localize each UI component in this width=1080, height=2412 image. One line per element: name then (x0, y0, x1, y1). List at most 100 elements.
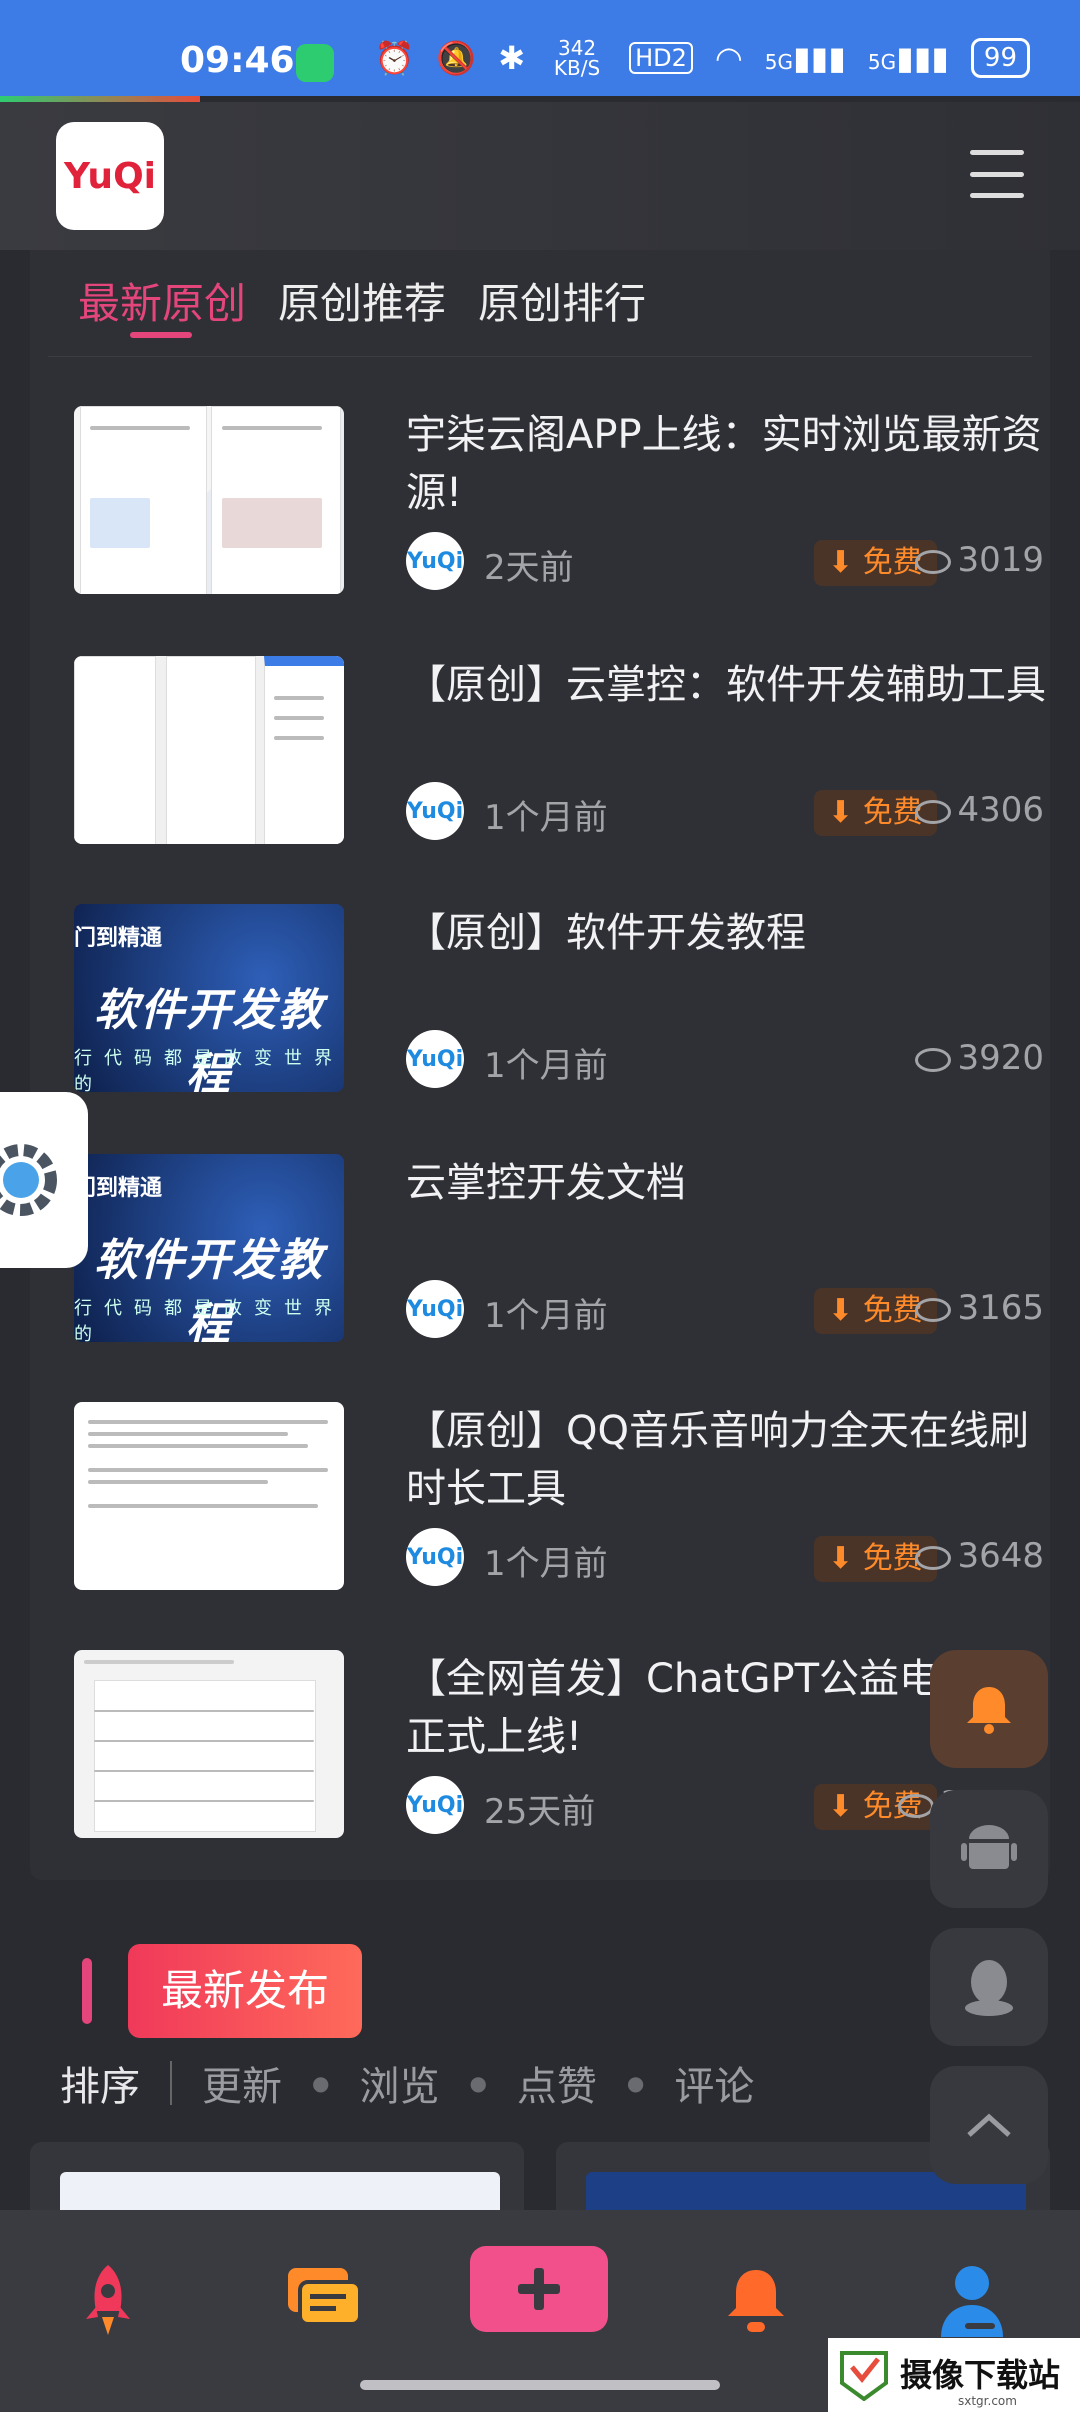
alarm-icon: ⏰ (374, 39, 415, 77)
list-item[interactable]: 宇柒云阁APP上线：实时浏览最新资源! YuQi 2天前 ⬇ 免费 3019 (74, 406, 1044, 602)
qq-icon (965, 1960, 1013, 2016)
item-thumbnail: 门到精通 软件开发教程 行代码都是改变世界的 (74, 1154, 344, 1342)
avatar: YuQi (406, 1528, 464, 1586)
home-indicator (360, 2380, 720, 2390)
eye-icon (915, 549, 952, 574)
original-list-card: 最新原创 原创推荐 原创排行 宇柒云阁APP上线：实时浏览最新资源! YuQi … (30, 250, 1050, 1880)
item-time: 1个月前 (484, 1296, 608, 1336)
item-title[interactable]: 【原创】QQ音乐音响力全天在线刷时长工具 (406, 1402, 1046, 1518)
list-item[interactable]: 门到精通 软件开发教程 行代码都是改变世界的 【原创】软件开发教程 YuQi 1… (74, 904, 1044, 1100)
bell-icon (967, 1687, 1011, 1734)
item-title[interactable]: 云掌控开发文档 (406, 1154, 1046, 1212)
section-marker (82, 1958, 92, 2024)
item-meta: YuQi 2天前 ⬇ 免费 3019 (406, 532, 1044, 594)
sort-option-update[interactable]: 更新 (202, 2054, 282, 2112)
view-count: 3019 (915, 540, 1044, 580)
app-logo[interactable]: YuQi (56, 122, 164, 230)
shield-icon (296, 44, 334, 82)
view-count: 4306 (915, 790, 1044, 830)
app-header: YuQi (0, 102, 1080, 250)
item-thumbnail (74, 1650, 344, 1838)
sort-label: 排序 (60, 2064, 140, 2110)
watermark: 摄像下载站 sxtgr.com (828, 2338, 1080, 2412)
tab-latest-original[interactable]: 最新原创 (78, 270, 246, 331)
eye-icon (915, 1297, 952, 1322)
avatar: YuQi (406, 782, 464, 840)
status-bar: 09:46 ⏰ 🔕 ✱ 342 KB/S HD2 ◠ 5G▮▮▮ 5G▮▮▮ 9… (0, 0, 1080, 96)
active-tab-indicator (130, 332, 192, 338)
item-thumbnail (74, 656, 344, 844)
plus-icon (518, 2268, 560, 2310)
item-title[interactable]: 宇柒云阁APP上线：实时浏览最新资源! (406, 406, 1046, 522)
separator-dot: ● (626, 2071, 645, 2095)
item-thumbnail (74, 406, 344, 594)
tab-recommended-original[interactable]: 原创推荐 (278, 270, 446, 331)
hd-icon: HD2 (629, 42, 693, 74)
avatar: YuQi (406, 532, 464, 590)
eye-icon (898, 1793, 935, 1818)
item-title[interactable]: 【原创】云掌控：软件开发辅助工具 (406, 656, 1046, 714)
status-time: 09:46 (180, 40, 295, 81)
sort-bar: 排序 更新 ● 浏览 ● 点赞 ● 评论 (60, 2054, 754, 2112)
mute-icon: 🔕 (436, 39, 477, 77)
sort-option-views[interactable]: 浏览 (359, 2054, 439, 2112)
notification-fab[interactable] (930, 1650, 1048, 1768)
add-post-button[interactable] (470, 2246, 608, 2332)
bell-icon (728, 2270, 784, 2332)
item-thumbnail: 门到精通 软件开发教程 行代码都是改变世界的 (74, 904, 344, 1092)
wifi-icon: ◠ (714, 39, 743, 77)
list-item[interactable]: 【原创】云掌控：软件开发辅助工具 YuQi 1个月前 ⬇ 免费 4306 (74, 656, 1046, 852)
avatar: YuQi (406, 1776, 464, 1834)
divider (170, 2061, 172, 2105)
item-meta: YuQi 1个月前 ⬇ 免费 3648 (406, 1528, 1044, 1590)
back-to-top-fab[interactable] (930, 2066, 1048, 2184)
watermark-logo-icon (840, 2351, 888, 2401)
list-item[interactable]: 【原创】QQ音乐音响力全天在线刷时长工具 YuQi 1个月前 ⬇ 免费 3648 (74, 1402, 1044, 1598)
nav-messages[interactable] (264, 2256, 384, 2346)
nav-home[interactable] (48, 2256, 168, 2346)
separator-dot: ● (312, 2071, 330, 2095)
signal-icon-2: 5G▮▮▮ (867, 39, 949, 77)
item-time: 1个月前 (484, 798, 608, 838)
bluetooth-icon: ✱ (498, 39, 526, 77)
sort-option-likes[interactable]: 点赞 (517, 2054, 597, 2112)
android-fab[interactable] (930, 1790, 1048, 1908)
item-meta: YuQi 1个月前 ⬇ 免费 3165 (406, 1280, 1044, 1342)
avatar: YuQi (406, 1030, 464, 1088)
section-title: 最新发布 (128, 1944, 362, 2038)
item-title[interactable]: 【原创】软件开发教程 (406, 904, 1046, 962)
qq-fab[interactable] (930, 1928, 1048, 2046)
item-meta: YuQi 1个月前 ⬇ 免费 4306 (406, 782, 1044, 844)
eye-icon (915, 1047, 952, 1072)
nav-profile[interactable] (912, 2256, 1032, 2346)
user-icon (941, 2266, 1003, 2337)
chat-icon (288, 2268, 362, 2326)
menu-icon[interactable] (970, 150, 1024, 198)
item-thumbnail (74, 1402, 344, 1590)
network-speed: 342 KB/S (553, 36, 601, 80)
signal-icon-1: 5G▮▮▮ (764, 39, 846, 77)
view-count: 3648 (915, 1536, 1044, 1576)
item-time: 25天前 (484, 1792, 596, 1832)
eye-icon (915, 799, 952, 824)
view-count: 3165 (915, 1288, 1044, 1328)
item-time: 2天前 (484, 548, 574, 588)
settings-fab[interactable] (0, 1092, 88, 1268)
eye-icon (915, 1545, 952, 1570)
rocket-icon (86, 2265, 130, 2335)
nav-notifications[interactable] (696, 2256, 816, 2346)
avatar: YuQi (406, 1280, 464, 1338)
list-item[interactable]: 门到精通 软件开发教程 行代码都是改变世界的 云掌控开发文档 YuQi 1个月前… (74, 1154, 1044, 1350)
sort-option-comments[interactable]: 评论 (674, 2054, 754, 2112)
separator-dot: ● (469, 2071, 487, 2095)
list-item[interactable]: 【全网首发】ChatGPT公益电脑版正式上线! YuQi 25天前 ⬇ 免费 3 (74, 1650, 1034, 1846)
tab-original-ranking[interactable]: 原创排行 (478, 270, 646, 331)
gear-icon (0, 1144, 57, 1216)
android-icon (961, 1825, 1017, 1869)
divider (48, 356, 1032, 357)
status-icons: ⏰ 🔕 ✱ 342 KB/S HD2 ◠ 5G▮▮▮ 5G▮▮▮ 99 (375, 38, 1030, 78)
item-meta: YuQi 1个月前 3920 (406, 1030, 1044, 1092)
chevron-up-icon (967, 2113, 1011, 2137)
battery-icon: 99 (970, 38, 1030, 78)
item-time: 1个月前 (484, 1046, 608, 1086)
